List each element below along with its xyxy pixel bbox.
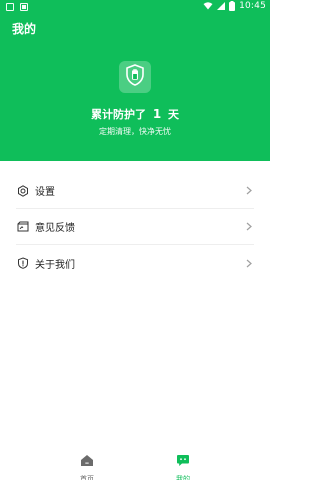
status-left-icons	[6, 3, 28, 11]
protect-suffix: 天	[168, 108, 180, 121]
status-bar: 10:45	[0, 0, 270, 13]
nav-item-mine[interactable]: 我的	[163, 452, 203, 480]
shield-icon	[125, 64, 145, 90]
menu-label-about: 关于我们	[35, 259, 75, 271]
status-time: 10:45	[239, 1, 266, 11]
settings-menu: 设置 意见反馈 关于我们	[16, 173, 254, 281]
info-shield-icon	[16, 256, 30, 270]
nav-label-mine: 我的	[176, 475, 190, 480]
protect-subtext: 定期清理，快净无忧	[99, 127, 171, 136]
protection-badge	[119, 61, 151, 93]
menu-item-about[interactable]: 关于我们	[16, 245, 254, 281]
chevron-right-icon	[244, 222, 254, 232]
app-screen: 10:45 我的 累计防护了 1 天 定期清理，快净无忧 设置 意见反馈 关于我…	[0, 0, 270, 480]
nav-item-home[interactable]: 首页	[67, 452, 107, 480]
notification-icon	[6, 3, 14, 11]
home-icon	[80, 452, 94, 471]
protect-days: 1	[152, 107, 162, 121]
wifi-icon	[203, 2, 213, 10]
protect-prefix: 累计防护了	[90, 108, 146, 121]
profile-header: 10:45 我的 累计防护了 1 天 定期清理，快净无忧	[0, 0, 270, 161]
chevron-right-icon	[244, 186, 254, 196]
menu-label-settings: 设置	[35, 187, 55, 198]
chevron-right-icon	[244, 258, 254, 268]
android-icon	[20, 3, 28, 11]
protect-summary: 累计防护了 1 天	[0, 106, 270, 122]
bottom-navigation: 首页 我的	[0, 444, 270, 480]
signal-icon	[217, 2, 226, 10]
nav-label-home: 首页	[80, 475, 94, 480]
menu-item-feedback[interactable]: 意见反馈	[16, 209, 254, 245]
page-title: 我的	[12, 22, 37, 36]
feedback-icon	[16, 220, 30, 234]
gear-icon	[16, 184, 30, 198]
chat-icon	[176, 452, 190, 471]
status-right: 10:45	[203, 1, 266, 11]
menu-label-feedback: 意见反馈	[35, 223, 75, 234]
battery-icon	[229, 1, 236, 11]
menu-item-settings[interactable]: 设置	[16, 173, 254, 209]
